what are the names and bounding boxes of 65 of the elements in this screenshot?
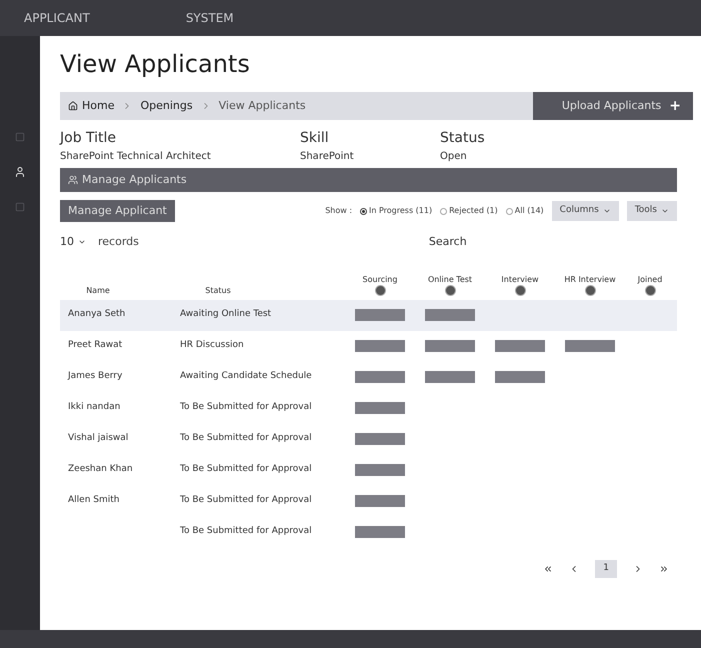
column-header[interactable]: Name — [68, 286, 128, 296]
name-cell-text: Ananya Seth — [67, 308, 126, 322]
first-page-icon[interactable] — [543, 564, 554, 574]
name-cell-text: James Berry — [66, 370, 124, 384]
page-button[interactable]: 1 — [595, 560, 617, 578]
dropdown-button[interactable]: Columns — [552, 201, 619, 221]
info-label: Status — [440, 129, 486, 148]
status-cell-text: Awaiting Online Test — [180, 308, 272, 322]
status-cell-text: HR Discussion — [180, 339, 245, 352]
name-cell-text: Ikki nandan — [67, 401, 122, 414]
app-title: APPLICANT — [24, 10, 90, 27]
table-row[interactable]: Allen Smith To Be Submitted for Approval — [60, 486, 677, 516]
table-row[interactable]: James Berry Awaiting Candidate Schedule — [60, 362, 677, 392]
search-label: Search — [428, 234, 467, 250]
app-logo: SYSTEM — [186, 10, 234, 27]
info-label: Skill — [300, 129, 330, 148]
page-size-select[interactable]: 10 — [60, 234, 86, 250]
filter-option[interactable]: In Progress (11) — [360, 205, 432, 217]
info-value: Open — [440, 150, 468, 164]
records-label: records — [98, 234, 139, 250]
table-row[interactable]: To Be Submitted for Approval — [60, 516, 677, 548]
home-icon — [68, 101, 78, 111]
radio-button[interactable] — [506, 208, 513, 214]
column-header[interactable]: Joined — [620, 274, 680, 284]
caret-icon — [661, 207, 669, 215]
breadcrumb-link[interactable]: Openings — [140, 98, 193, 114]
table-row[interactable]: Vishal jaiswal To Be Submitted for Approval — [60, 424, 677, 454]
column-header[interactable]: HR Interview — [560, 274, 620, 284]
radio-button[interactable] — [360, 208, 368, 214]
column-header[interactable]: Online Test — [420, 274, 480, 284]
breadcrumb-link[interactable]: View Applicants — [218, 98, 306, 114]
panel-title: Manage Applicants — [82, 172, 187, 188]
status-cell-text: To Be Submitted for Approval — [180, 525, 313, 538]
column-header[interactable]: Status — [188, 286, 248, 296]
info-value: SharePoint — [300, 150, 355, 164]
status-cell-text: To Be Submitted for Approval — [180, 463, 313, 476]
status-cell-text: To Be Submitted for Approval — [180, 401, 313, 414]
table-row[interactable]: Ikki nandan To Be Submitted for Approval — [60, 392, 677, 424]
manage-applicant-button[interactable]: Manage Applicant — [60, 200, 175, 222]
info-value: SharePoint Technical Architect — [60, 150, 212, 164]
filter-option[interactable]: All (14) — [506, 205, 544, 217]
name-cell-text: Vishal jaiswal — [67, 432, 130, 446]
upload-button[interactable]: Upload Applicants + — [533, 92, 693, 120]
status-cell-text: To Be Submitted for Approval — [180, 432, 313, 446]
breadcrumb-link[interactable]: Home — [68, 98, 114, 114]
status-cell-text: Awaiting Candidate Schedule — [180, 370, 313, 384]
radio-button[interactable] — [440, 208, 448, 214]
table-row[interactable]: Ananya Seth Awaiting Online Test — [60, 300, 677, 330]
table-row[interactable]: Zeeshan Khan To Be Submitted for Approval — [60, 454, 677, 486]
table-row[interactable]: Preet Rawat HR Discussion — [60, 330, 677, 362]
column-header[interactable]: Interview — [490, 274, 550, 284]
dropdown-button[interactable]: Tools — [626, 201, 677, 221]
name-cell-text: Zeeshan Khan — [67, 463, 134, 476]
users-icon — [68, 175, 78, 185]
user-icon[interactable] — [14, 166, 26, 178]
status-cell-text: To Be Submitted for Approval — [180, 494, 313, 508]
filter-label: Show : — [325, 205, 352, 217]
info-label: Job Title — [60, 129, 118, 148]
column-header[interactable]: Sourcing — [350, 274, 410, 284]
page-title: View Applicants — [60, 52, 251, 76]
name-cell-text: Allen Smith — [67, 494, 120, 508]
filter-option[interactable]: Rejected (1) — [440, 205, 498, 217]
caret-icon — [602, 207, 611, 215]
name-cell-text: Preet Rawat — [67, 339, 124, 352]
last-page-icon[interactable] — [659, 564, 669, 574]
